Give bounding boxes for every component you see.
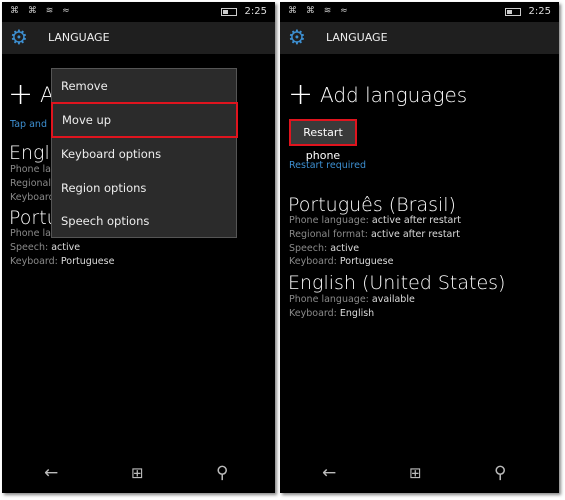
status-icons: ⌘ ⌘ ≋ ≈ [288,6,351,16]
language-detail: Phone language: available [289,294,415,305]
plus-icon[interactable]: + [288,80,313,110]
restart-phone-button[interactable]: Restart phone [289,119,357,162]
navigation-bar: ← ⊞ ⚲ [2,453,275,493]
language-detail: Keyboard [10,192,55,203]
clock: 2:25 [528,6,551,17]
plus-icon[interactable]: + [8,80,33,110]
search-icon[interactable]: ⚲ [494,463,506,483]
language-detail: Keyboard: Portuguese [289,256,394,267]
gear-icon: ⚙ [10,25,28,49]
battery-icon [221,8,237,16]
restart-required-text: Restart required [289,160,366,171]
page-title: LANGUAGE [326,31,388,44]
language-detail: Keyboard: Portuguese [10,256,115,267]
language-detail: Regional format: active after restart [289,229,460,240]
back-arrow-icon[interactable]: ← [44,463,58,483]
language-detail: Keyboard: English [289,308,375,319]
language-detail: Regional [10,178,51,189]
menu-item-speech-options[interactable]: Speech options [52,204,236,238]
language-name[interactable]: English (United States) [288,272,505,294]
back-arrow-icon[interactable]: ← [322,463,336,483]
language-detail: Phone lan [10,164,57,175]
context-menu: Remove Move up Keyboard options Region o… [51,68,238,238]
status-bar: ⌘ ⌘ ≋ ≈ 2:25 [280,2,559,22]
language-detail: Speech: active [10,242,81,253]
menu-item-move-up[interactable]: Move up [51,102,238,138]
search-icon[interactable]: ⚲ [216,463,228,483]
language-name[interactable]: Português (Brasil) [288,194,456,216]
hint-text: Tap and [10,119,47,130]
page-header: ⚙ LANGUAGE [280,22,559,54]
gear-icon: ⚙ [288,25,306,49]
page-header: ⚙ LANGUAGE [2,22,275,54]
menu-item-remove[interactable]: Remove [52,69,236,103]
navigation-bar: ← ⊞ ⚲ [280,453,559,493]
battery-charging-icon [505,8,521,16]
phone-screen-left: ⌘ ⌘ ≋ ≈ 2:25 ⚙ LANGUAGE + A Tap and Engl… [2,2,275,493]
phone-screen-right: ⌘ ⌘ ≋ ≈ 2:25 ⚙ LANGUAGE + Add languages … [280,2,559,493]
windows-start-icon[interactable]: ⊞ [409,464,422,482]
language-detail: Phone language: active after restart [289,215,461,226]
page-title: LANGUAGE [48,31,110,44]
add-languages-link[interactable]: Add languages [320,83,467,107]
clock: 2:25 [244,6,267,17]
status-icons: ⌘ ⌘ ≋ ≈ [10,6,73,16]
menu-item-region-options[interactable]: Region options [52,171,236,205]
status-bar: ⌘ ⌘ ≋ ≈ 2:25 [2,2,275,22]
windows-start-icon[interactable]: ⊞ [131,464,144,482]
language-detail: Speech: active [289,243,360,254]
menu-item-keyboard-options[interactable]: Keyboard options [52,137,236,171]
